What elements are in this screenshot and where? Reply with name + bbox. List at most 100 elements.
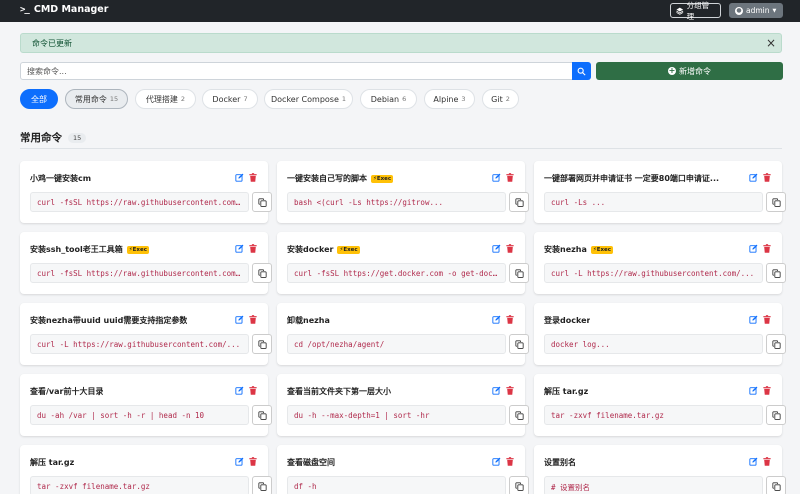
edit-icon[interactable] [749, 173, 758, 182]
command-code: df -h [287, 476, 506, 494]
copy-button[interactable] [252, 192, 272, 212]
copy-icon [257, 481, 267, 491]
delete-icon[interactable] [506, 173, 514, 182]
delete-icon[interactable] [763, 244, 771, 253]
group-manage-button[interactable]: 分组管理 [670, 1, 721, 21]
copy-button[interactable] [509, 263, 529, 283]
command-card: 一键安装自己写的脚本 ⚡Exec bash <(curl -Ls https://g… [277, 161, 529, 223]
edit-icon[interactable] [492, 457, 501, 466]
plus-circle-icon: + [668, 66, 676, 75]
command-card: 安装ssh_tool老王工具箱 ⚡Exec curl -fsSL https://r… [20, 232, 272, 294]
copy-button[interactable] [252, 476, 272, 494]
user-menu-button[interactable]: ● admin ▼ [729, 3, 783, 18]
command-card: 查看磁盘空间 df -h [277, 445, 529, 494]
edit-icon[interactable] [749, 315, 758, 324]
edit-icon[interactable] [235, 386, 244, 395]
filter-all[interactable]: 全部 [20, 89, 58, 109]
filter-debian[interactable]: Debian 6 [360, 89, 417, 109]
command-title-text: 安装ssh_tool老王工具箱 [30, 245, 123, 254]
command-code: curl -L https://raw.githubusercontent.co… [30, 334, 249, 354]
filter-common[interactable]: 常用命令 15 [65, 89, 128, 109]
filter-docker-compose[interactable]: Docker Compose 1 [264, 89, 353, 109]
command-title-text: 解压 tar.gz [544, 387, 589, 396]
edit-icon[interactable] [749, 457, 758, 466]
delete-icon[interactable] [763, 173, 771, 182]
filter-docker[interactable]: Docker 7 [202, 89, 258, 109]
command-card: 解压 tar.gz tar -zxvf filename.tar.gz [20, 445, 272, 494]
edit-icon[interactable] [235, 244, 244, 253]
copy-icon [771, 197, 781, 207]
add-command-label: 新增命令 [679, 66, 711, 76]
copy-button[interactable] [766, 192, 786, 212]
search-input[interactable] [20, 62, 573, 80]
edit-icon[interactable] [492, 244, 501, 253]
copy-icon [514, 197, 524, 207]
filter-count: 15 [109, 95, 119, 103]
section-divider [20, 148, 782, 149]
command-title-text: 登录docker [544, 316, 591, 325]
filter-alpine[interactable]: Alpine 3 [424, 89, 475, 109]
copy-icon [257, 197, 267, 207]
copy-button[interactable] [509, 476, 529, 494]
delete-icon[interactable] [249, 244, 257, 253]
delete-icon[interactable] [506, 244, 514, 253]
delete-icon[interactable] [506, 457, 514, 466]
filter-count: 2 [505, 95, 510, 103]
filter-label: 代理搭建 [145, 94, 178, 104]
edit-icon[interactable] [235, 457, 244, 466]
copy-button[interactable] [766, 334, 786, 354]
command-card: 安装nezha ⚡Exec curl -L https://raw.githubus… [534, 232, 786, 294]
edit-icon[interactable] [235, 315, 244, 324]
copy-button[interactable] [766, 476, 786, 494]
copy-button[interactable] [252, 263, 272, 283]
delete-icon[interactable] [763, 457, 771, 466]
delete-icon[interactable] [763, 315, 771, 324]
command-title: 解压 tar.gz [30, 457, 74, 468]
edit-icon[interactable] [749, 244, 758, 253]
command-title: 安装nezha带uuid uuid需要支持指定参数 [30, 315, 187, 326]
edit-icon[interactable] [235, 173, 244, 182]
command-code: curl -fsSL https://raw.githubusercontent… [30, 192, 249, 212]
copy-button[interactable] [509, 192, 529, 212]
command-card: 小鸡一键安装cm curl -fsSL https://raw.githubuse… [20, 161, 272, 223]
filter-count: 7 [243, 95, 248, 103]
edit-icon[interactable] [492, 315, 501, 324]
search-button[interactable] [572, 62, 591, 80]
user-name: admin [746, 6, 770, 15]
command-code: cd /opt/nezha/agent/ [287, 334, 506, 354]
copy-button[interactable] [766, 405, 786, 425]
command-title-text: 设置别名 [544, 458, 576, 467]
copy-button[interactable] [509, 334, 529, 354]
copy-button[interactable] [252, 334, 272, 354]
command-card: 登录docker docker log... [534, 303, 786, 365]
delete-icon[interactable] [249, 457, 257, 466]
edit-icon[interactable] [492, 173, 501, 182]
command-title-text: 安装docker [287, 245, 334, 254]
command-code: du -ah /var | sort -h -r | head -n 10 [30, 405, 249, 425]
terminal-icon: >_ [20, 4, 30, 15]
delete-icon[interactable] [763, 386, 771, 395]
command-card: 一键部署网页并申请证书 一定要80端口申请证... curl -Ls ... [534, 161, 786, 223]
command-title: 安装ssh_tool老王工具箱 ⚡Exec [30, 244, 149, 255]
filter-git[interactable]: Git 2 [482, 89, 519, 109]
add-command-button[interactable]: + 新增命令 [596, 62, 783, 80]
delete-icon[interactable] [506, 315, 514, 324]
delete-icon[interactable] [249, 173, 257, 182]
filter-proxy[interactable]: 代理搭建 2 [135, 89, 196, 109]
edit-icon[interactable] [749, 386, 758, 395]
delete-icon[interactable] [249, 386, 257, 395]
command-code: tar -zxvf filename.tar.gz [30, 476, 249, 494]
copy-button[interactable] [252, 405, 272, 425]
filter-count: 1 [341, 95, 347, 103]
command-code: du -h --max-depth=1 | sort -hr [287, 405, 506, 425]
copy-button[interactable] [766, 263, 786, 283]
close-icon[interactable]: × [766, 36, 776, 50]
edit-icon[interactable] [492, 386, 501, 395]
command-code: # 设置别名 [544, 476, 763, 494]
copy-button[interactable] [509, 405, 529, 425]
delete-icon[interactable] [249, 315, 257, 324]
brand[interactable]: >_ CMD Manager [20, 4, 108, 15]
delete-icon[interactable] [506, 386, 514, 395]
navbar: >_ CMD Manager 分组管理 ● admin ▼ [0, 0, 800, 22]
exec-badge: ⚡Exec [371, 174, 394, 183]
